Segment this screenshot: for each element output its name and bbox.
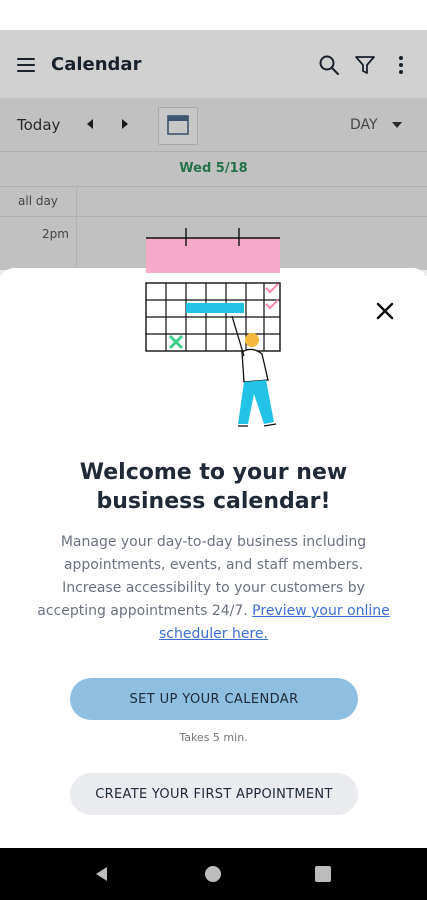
heading-line: Welcome to your new <box>79 460 348 485</box>
welcome-heading: Welcome to your new business calendar! <box>20 458 407 516</box>
back-icon[interactable] <box>92 864 112 884</box>
calendar-illustration <box>140 228 300 448</box>
set-up-calendar-button[interactable]: SET UP YOUR CALENDAR <box>70 678 358 720</box>
system-nav-bar <box>0 848 427 900</box>
setup-time-hint: Takes 5 min. <box>179 731 248 744</box>
close-icon[interactable] <box>372 298 398 324</box>
welcome-description: Manage your day-to-day business includin… <box>35 531 392 646</box>
welcome-sheet: Welcome to your new business calendar! M… <box>0 228 427 848</box>
create-appointment-button[interactable]: CREATE YOUR FIRST APPOINTMENT <box>70 773 358 815</box>
recents-icon[interactable] <box>313 864 333 884</box>
home-icon[interactable] <box>203 864 223 884</box>
status-bar <box>0 0 427 30</box>
heading-line: business calendar! <box>96 489 331 514</box>
